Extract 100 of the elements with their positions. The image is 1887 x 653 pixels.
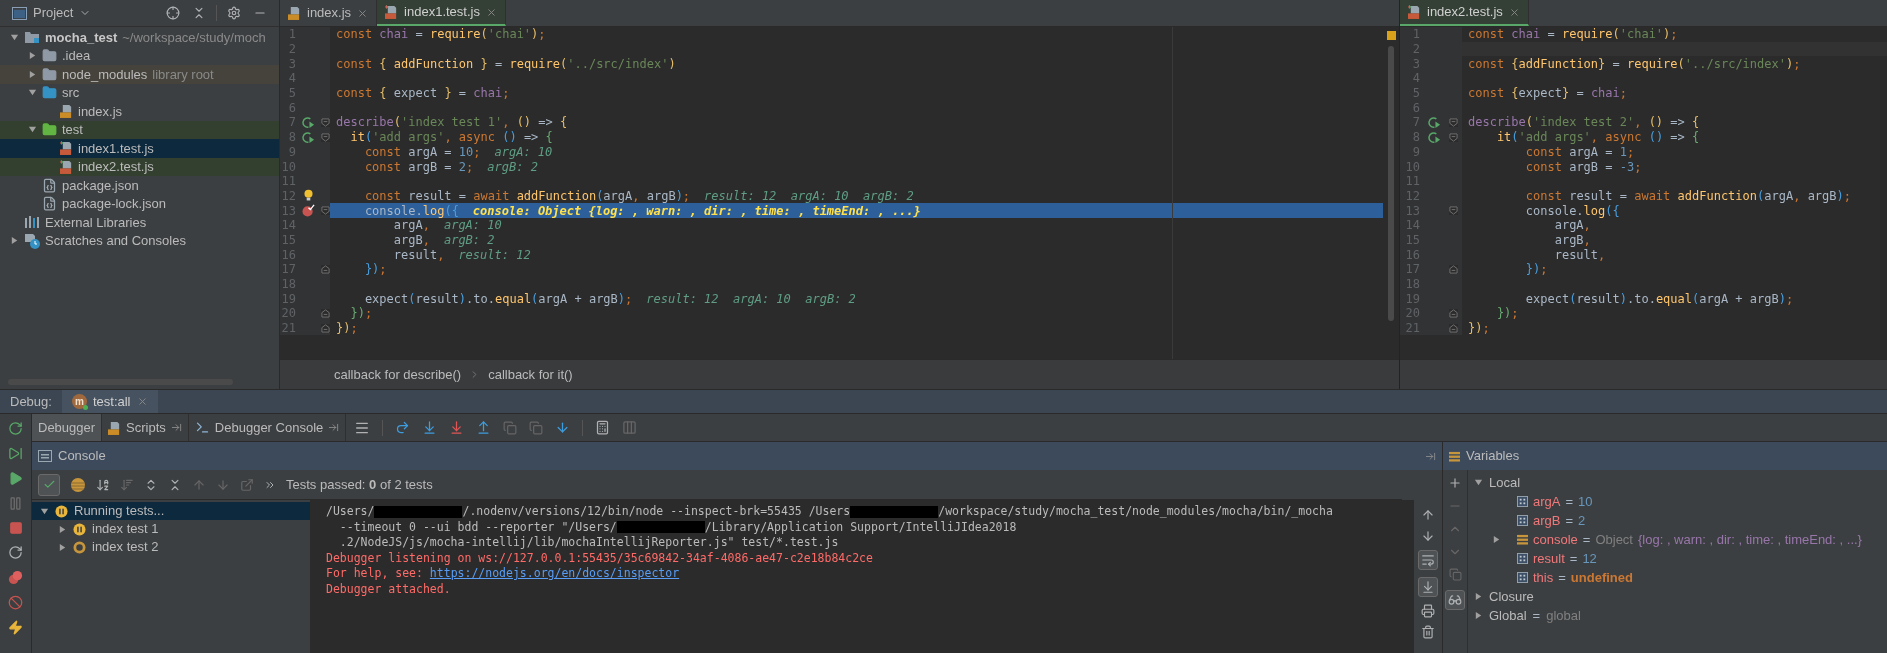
expand-arrow-icon[interactable] (58, 542, 67, 552)
session-tab[interactable]: m test:all (61, 390, 158, 413)
scrollbar[interactable] (1388, 46, 1394, 321)
variable-name[interactable]: argB (1533, 510, 1561, 531)
tree-item[interactable]: src (0, 83, 279, 102)
debugger-tab[interactable]: Debugger (32, 414, 103, 441)
print-icon[interactable] (1421, 604, 1435, 618)
tree-item[interactable]: package-lock.json (0, 194, 279, 213)
variable-name[interactable]: result (1533, 548, 1565, 569)
tree-item[interactable]: node_modules library root (0, 65, 279, 84)
test-item[interactable]: Running tests... (32, 502, 310, 520)
tree-item[interactable]: .idea (0, 46, 279, 65)
fold-marker-icon[interactable] (1448, 264, 1458, 274)
collapse-arrow-icon[interactable] (1474, 478, 1483, 487)
step-over-icon[interactable] (395, 420, 411, 435)
duplicate-icon[interactable] (1448, 568, 1462, 581)
previous-icon[interactable] (192, 477, 206, 492)
expand-arrow-icon[interactable] (1474, 592, 1483, 601)
run-to-cursor-icon[interactable] (555, 420, 571, 435)
view-breakpoints-icon[interactable] (8, 570, 23, 585)
calculator-icon[interactable] (595, 420, 611, 435)
run-test-icon[interactable] (1427, 130, 1441, 144)
scope-label[interactable]: Global (1489, 605, 1527, 626)
expand-arrow-icon[interactable] (58, 524, 67, 534)
resume-icon[interactable] (8, 471, 23, 486)
fold-marker-icon[interactable] (320, 308, 330, 318)
pin-icon[interactable] (1425, 450, 1436, 462)
breakpoint-icon[interactable] (301, 204, 315, 218)
collapse-arrow-icon[interactable] (28, 125, 37, 135)
close-icon[interactable] (485, 6, 497, 18)
tree-item[interactable]: index.js (0, 102, 279, 121)
expand-arrow-icon[interactable] (28, 69, 37, 79)
tree-item[interactable]: Scratches and Consoles (0, 231, 279, 250)
soft-wrap-toggle[interactable] (1418, 550, 1438, 570)
editor-tab[interactable]: index2.test.js (1400, 0, 1529, 26)
scope-label[interactable]: Closure (1489, 586, 1534, 607)
debugger-tab[interactable]: Scripts (102, 414, 189, 441)
tree-item[interactable]: External Libraries (0, 213, 279, 232)
scroll-to-end-toggle[interactable] (1418, 577, 1438, 597)
run-test-icon[interactable] (301, 115, 315, 129)
lightbulb-icon[interactable] (303, 189, 313, 203)
expand-arrow-icon[interactable] (10, 236, 19, 246)
next-icon[interactable] (216, 477, 230, 492)
inspection-indicator-icon[interactable] (1386, 31, 1396, 40)
run-test-icon[interactable] (1427, 115, 1441, 129)
expand-arrow-icon[interactable] (1492, 535, 1501, 544)
sort-alphabetically-icon[interactable] (96, 477, 110, 492)
tree-item[interactable]: test (0, 120, 279, 139)
panel-title[interactable]: Project (33, 3, 74, 23)
expand-arrow-icon[interactable] (1474, 611, 1483, 620)
variable-name[interactable]: console (1533, 529, 1578, 550)
lightning-icon[interactable] (8, 620, 23, 635)
show-ignored-icon[interactable] (70, 476, 86, 493)
restart-icon[interactable] (8, 545, 23, 560)
variable-name[interactable]: argA (1533, 491, 1561, 512)
collapse-arrow-icon[interactable] (40, 506, 49, 516)
show-watches-toggle[interactable] (1445, 590, 1465, 610)
trash-icon[interactable] (1421, 625, 1435, 639)
close-icon[interactable] (136, 396, 148, 407)
fold-marker-icon[interactable] (1448, 117, 1458, 127)
variable-name[interactable]: this (1533, 567, 1554, 588)
scroll-up-icon[interactable] (1421, 508, 1435, 522)
pause-icon[interactable] (8, 496, 23, 511)
close-icon[interactable] (357, 7, 369, 19)
layout-icon[interactable] (622, 420, 638, 435)
collapse-all-icon[interactable] (192, 6, 206, 20)
collapse-arrow-icon[interactable] (28, 88, 37, 98)
fold-marker-icon[interactable] (320, 264, 330, 274)
scope-label[interactable]: Local (1489, 472, 1521, 493)
fold-marker-icon[interactable] (320, 206, 330, 216)
scroll-down-icon[interactable] (1421, 529, 1435, 543)
locate-icon[interactable] (166, 6, 180, 20)
sort-by-duration-icon[interactable] (120, 477, 134, 492)
fold-marker-icon[interactable] (1448, 132, 1458, 142)
fold-marker-icon[interactable] (1448, 206, 1458, 216)
tree-item[interactable]: index1.test.js (0, 139, 279, 158)
export-icon[interactable] (240, 477, 254, 492)
pin-icon[interactable] (170, 422, 182, 433)
settings-icon[interactable] (227, 6, 241, 20)
stop-icon[interactable] (8, 521, 23, 535)
add-watch-icon[interactable] (1448, 476, 1462, 490)
fold-marker-icon[interactable] (320, 323, 330, 333)
link[interactable]: https://nodejs.org/en/docs/inspector (429, 566, 680, 580)
show-passed-toggle[interactable] (38, 473, 60, 496)
debugger-tab[interactable]: Debugger Console (188, 414, 347, 441)
mute-breakpoints-icon[interactable] (8, 595, 23, 610)
rerun-icon[interactable] (8, 421, 23, 436)
tree-item[interactable]: package.json (0, 176, 279, 195)
breadcrumb[interactable]: callback for describe() (334, 364, 462, 385)
breadcrumb[interactable]: callback for it() (488, 364, 573, 385)
test-item[interactable]: index test 1 (32, 520, 310, 538)
tree-item[interactable]: mocha_test ~/workspace/study/moch (0, 28, 279, 47)
fold-marker-icon[interactable] (1448, 308, 1458, 318)
editor-tab[interactable]: index1.test.js (377, 0, 506, 26)
run-test-icon[interactable] (301, 130, 315, 144)
close-icon[interactable] (1508, 6, 1520, 18)
fold-marker-icon[interactable] (320, 117, 330, 127)
fold-marker-icon[interactable] (1448, 323, 1458, 333)
expand-arrow-icon[interactable] (28, 51, 37, 61)
pin-icon[interactable] (328, 422, 340, 433)
